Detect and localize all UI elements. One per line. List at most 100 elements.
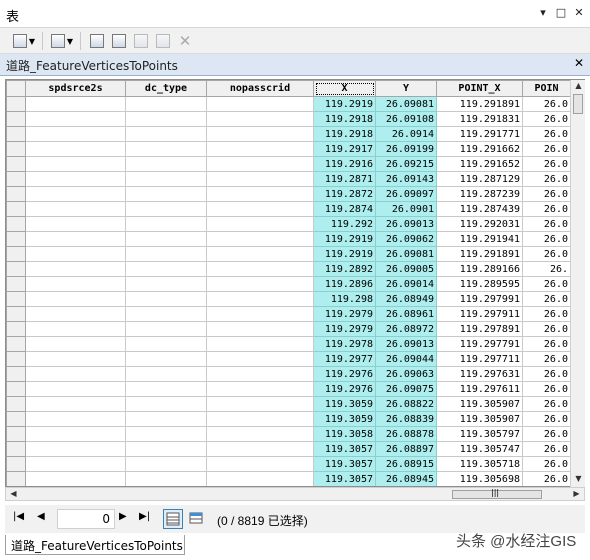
cell-point-y[interactable]: 26.0 [522,426,571,442]
cell-nopasscrid[interactable] [206,351,314,367]
cell-point-x[interactable]: 119.287129 [436,171,523,187]
cell-x[interactable]: 119.2976 [313,381,376,397]
cell-spdsrce2s[interactable] [25,351,126,367]
cell-y[interactable]: 26.0914 [375,126,437,142]
row-selector[interactable] [6,246,26,262]
table-row[interactable]: 119.2918 26.0914 119.291771 26.0 [6,126,571,142]
column-header-dc-type[interactable]: dc_type [125,80,207,97]
maximize-icon[interactable]: □ [553,5,569,21]
cell-y[interactable]: 26.08822 [375,396,437,412]
table-row[interactable]: 119.2896 26.09014 119.289595 26.0 [6,276,571,292]
cell-point-x[interactable]: 119.297611 [436,381,523,397]
cell-point-x[interactable]: 119.291652 [436,156,523,172]
table-row[interactable]: 119.2917 26.09199 119.291662 26.0 [6,141,571,157]
cell-x[interactable]: 119.2919 [313,96,376,112]
cell-y[interactable]: 26.09062 [375,231,437,247]
show-all-records-button[interactable] [163,509,183,529]
row-selector-header[interactable] [6,80,26,97]
cell-x[interactable]: 119.2917 [313,141,376,157]
table-row[interactable]: 119.2977 26.09044 119.297711 26.0 [6,351,571,367]
cell-nopasscrid[interactable] [206,171,314,187]
cell-point-x[interactable]: 119.291831 [436,111,523,127]
cell-dc-type[interactable] [125,291,207,307]
cell-spdsrce2s[interactable] [25,246,126,262]
cell-point-y[interactable]: 26.0 [522,126,571,142]
cell-x[interactable]: 119.3059 [313,411,376,427]
cell-point-y[interactable]: 26.0 [522,351,571,367]
cell-point-x[interactable]: 119.292031 [436,216,523,232]
cell-x[interactable]: 119.2976 [313,366,376,382]
cell-spdsrce2s[interactable] [25,321,126,337]
cell-point-y[interactable]: 26.0 [522,471,571,486]
cell-point-y[interactable]: 26.0 [522,246,571,262]
row-selector[interactable] [6,126,26,142]
cell-point-y[interactable]: 26.0 [522,456,571,472]
cell-nopasscrid[interactable] [206,426,314,442]
cell-dc-type[interactable] [125,441,207,457]
cell-spdsrce2s[interactable] [25,441,126,457]
cell-point-y[interactable]: 26.0 [522,141,571,157]
cell-y[interactable]: 26.09081 [375,246,437,262]
cell-dc-type[interactable] [125,306,207,322]
cell-x[interactable]: 119.3058 [313,426,376,442]
cell-nopasscrid[interactable] [206,306,314,322]
cell-spdsrce2s[interactable] [25,261,126,277]
cell-dc-type[interactable] [125,96,207,112]
cell-point-x[interactable]: 119.287439 [436,201,523,217]
close-icon[interactable]: ✕ [574,56,584,70]
cell-y[interactable]: 26.09013 [375,336,437,352]
cell-spdsrce2s[interactable] [25,426,126,442]
cell-point-x[interactable]: 119.297791 [436,336,523,352]
cell-dc-type[interactable] [125,201,207,217]
next-record-button[interactable]: ▶ [119,511,127,522]
cell-nopasscrid[interactable] [206,156,314,172]
row-selector[interactable] [6,111,26,127]
cell-point-x[interactable]: 119.297911 [436,306,523,322]
cell-dc-type[interactable] [125,156,207,172]
cell-point-x[interactable]: 119.289595 [436,276,523,292]
cell-spdsrce2s[interactable] [25,216,126,232]
cell-point-y[interactable]: 26.0 [522,201,571,217]
cell-point-x[interactable]: 119.305907 [436,411,523,427]
table-row[interactable]: 119.2976 26.09063 119.297631 26.0 [6,366,571,382]
clear-selection-button[interactable] [132,32,150,50]
row-selector[interactable] [6,366,26,382]
cell-dc-type[interactable] [125,276,207,292]
cell-point-y[interactable]: 26.0 [522,276,571,292]
cell-point-x[interactable]: 119.305747 [436,441,523,457]
cell-dc-type[interactable] [125,261,207,277]
table-options-button[interactable]: ▼ [10,32,38,50]
cell-x[interactable]: 119.2979 [313,306,376,322]
switch-selection-button[interactable] [110,32,128,50]
column-header-spdsrce2s[interactable]: spdsrce2s [25,80,126,97]
row-selector[interactable] [6,471,26,486]
column-header-x[interactable]: X [313,80,376,97]
cell-nopasscrid[interactable] [206,366,314,382]
cell-point-y[interactable]: 26.0 [522,441,571,457]
row-selector[interactable] [6,321,26,337]
table-row[interactable]: 119.3059 26.08839 119.305907 26.0 [6,411,571,427]
cell-point-x[interactable]: 119.305698 [436,471,523,486]
cell-spdsrce2s[interactable] [25,291,126,307]
cell-spdsrce2s[interactable] [25,171,126,187]
cell-y[interactable]: 26.08839 [375,411,437,427]
cell-point-y[interactable]: 26.0 [522,231,571,247]
cell-nopasscrid[interactable] [206,396,314,412]
cell-y[interactable]: 26.08949 [375,291,437,307]
related-tables-button[interactable]: ▼ [48,32,76,50]
cell-nopasscrid[interactable] [206,96,314,112]
dropdown-icon[interactable]: ▾ [535,5,551,21]
cell-y[interactable]: 26.09063 [375,366,437,382]
cell-spdsrce2s[interactable] [25,276,126,292]
cell-point-x[interactable]: 119.297711 [436,351,523,367]
cell-point-y[interactable]: 26.0 [522,186,571,202]
cell-x[interactable]: 119.2919 [313,246,376,262]
cell-point-x[interactable]: 119.297891 [436,321,523,337]
cell-point-x[interactable]: 119.291891 [436,96,523,112]
table-row[interactable]: 119.2919 26.09062 119.291941 26.0 [6,231,571,247]
cell-nopasscrid[interactable] [206,456,314,472]
cell-y[interactable]: 26.08961 [375,306,437,322]
row-selector[interactable] [6,336,26,352]
cell-nopasscrid[interactable] [206,261,314,277]
table-row[interactable]: 119.2919 26.09081 119.291891 26.0 [6,96,571,112]
